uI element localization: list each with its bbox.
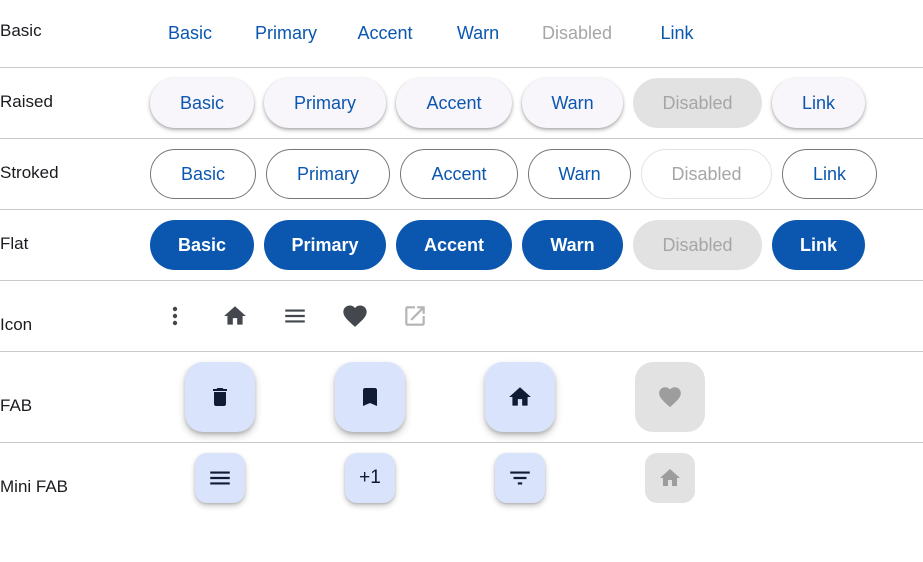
favorite-icon-button[interactable]: [335, 296, 375, 336]
mini-fab-home-button: [645, 453, 695, 503]
home-icon: [509, 387, 531, 406]
flat-basic-button[interactable]: Basic: [150, 220, 254, 270]
row-label-basic: Basic: [0, 21, 42, 40]
basic-disabled-button: Disabled: [541, 22, 613, 43]
flat-disabled-button: Disabled: [633, 220, 762, 270]
row-divider: [0, 280, 923, 281]
home-icon: [224, 306, 246, 325]
stroked-warn-button[interactable]: Warn: [528, 149, 631, 199]
open-in-new-icon: [405, 306, 425, 326]
row-label-mini-fab: Mini FAB: [0, 477, 69, 496]
menu-icon-button[interactable]: [275, 296, 315, 336]
row-divider: [0, 138, 923, 139]
mini-fab-filter-button[interactable]: [495, 453, 545, 503]
stroked-link-button[interactable]: Link: [782, 149, 877, 199]
row-label-flat: Flat: [0, 234, 29, 253]
raised-basic-button[interactable]: Basic: [150, 78, 254, 128]
basic-warn-button[interactable]: Warn: [448, 13, 508, 53]
more-vert-icon: [172, 306, 178, 326]
raised-disabled-button: Disabled: [633, 78, 762, 128]
row-label-raised: Raised: [0, 92, 53, 111]
favorite-icon: [343, 305, 367, 327]
raised-primary-button[interactable]: Primary: [264, 78, 386, 128]
mini-fab-menu-button[interactable]: [195, 453, 245, 503]
filter-list-icon: [510, 471, 530, 485]
more-vert-icon-button[interactable]: [155, 296, 195, 336]
mini-fab-plus-one-button[interactable]: +1: [345, 453, 395, 503]
flat-accent-button[interactable]: Accent: [396, 220, 512, 270]
stroked-primary-button[interactable]: Primary: [266, 149, 390, 199]
raised-link-button[interactable]: Link: [772, 78, 865, 128]
bookmark-icon: [363, 388, 377, 406]
delete-icon: [213, 388, 227, 406]
flat-primary-button[interactable]: Primary: [264, 220, 386, 270]
home-icon: [660, 469, 680, 486]
flat-warn-button[interactable]: Warn: [522, 220, 623, 270]
raised-accent-button[interactable]: Accent: [396, 78, 512, 128]
row-divider: [0, 67, 923, 68]
menu-icon: [285, 309, 305, 323]
favorite-icon: [659, 387, 681, 408]
menu-icon: [210, 471, 230, 485]
raised-warn-button[interactable]: Warn: [522, 78, 623, 128]
stroked-basic-button[interactable]: Basic: [150, 149, 256, 199]
basic-accent-button[interactable]: Accent: [350, 13, 420, 53]
stroked-accent-button[interactable]: Accent: [400, 149, 518, 199]
fab-home-button[interactable]: [485, 362, 555, 432]
fab-delete-button[interactable]: [185, 362, 255, 432]
stroked-disabled-button: Disabled: [641, 149, 772, 199]
home-icon-button[interactable]: [215, 296, 255, 336]
basic-link-button[interactable]: Link: [650, 13, 704, 53]
basic-basic-button[interactable]: Basic: [160, 13, 220, 53]
plus-one-icon: +1: [359, 467, 381, 488]
row-divider: [0, 209, 923, 210]
fab-bookmark-button[interactable]: [335, 362, 405, 432]
flat-link-button[interactable]: Link: [772, 220, 865, 270]
row-label-stroked: Stroked: [0, 163, 59, 182]
basic-primary-button[interactable]: Primary: [248, 13, 324, 53]
row-label-icon: Icon: [0, 315, 33, 334]
fab-favorite-button: [635, 362, 705, 432]
row-divider: [0, 442, 923, 443]
row-divider: [0, 351, 923, 352]
row-label-fab: FAB: [0, 396, 33, 415]
open-in-new-icon-button: [395, 296, 435, 336]
